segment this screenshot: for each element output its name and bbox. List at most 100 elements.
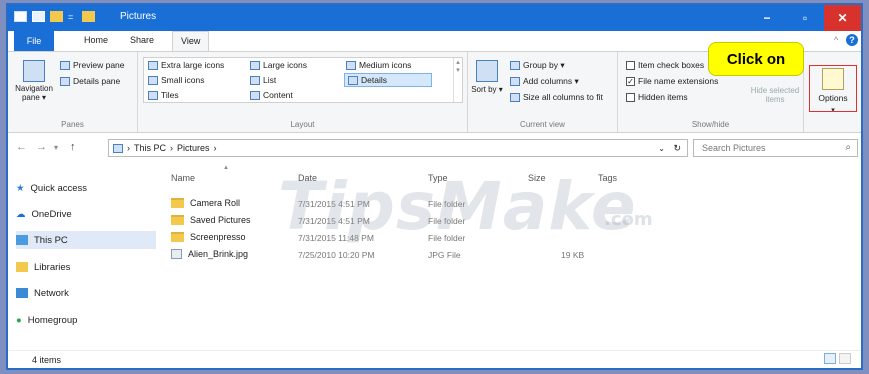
extra-large-icons-option[interactable]: Extra large icons bbox=[148, 60, 224, 70]
layout-scroll-icon[interactable]: ▴ ▾ bbox=[453, 58, 462, 102]
table-row[interactable]: Camera Roll bbox=[171, 195, 240, 211]
path-chevron-icon: › bbox=[127, 143, 130, 153]
search-box[interactable]: Search Pictures ⌕ bbox=[693, 139, 858, 157]
nav-item-network[interactable]: Network bbox=[16, 284, 156, 302]
size-all-columns-button[interactable]: Size all columns to fit bbox=[510, 92, 603, 102]
quick-access-toolbar: = bbox=[14, 11, 96, 22]
options-highlight-box bbox=[809, 65, 857, 112]
breadcrumb-pictures[interactable]: Pictures bbox=[177, 143, 210, 153]
hide-selected-items-button[interactable]: Hide selected items bbox=[748, 86, 802, 104]
table-row[interactable]: Saved Pictures bbox=[171, 212, 251, 228]
nav-item-onedrive[interactable]: ☁ OneDrive bbox=[16, 205, 156, 223]
column-header-name[interactable]: Name bbox=[171, 173, 195, 183]
nav-item-label: This PC bbox=[34, 234, 68, 246]
maximize-button[interactable]: ▫ bbox=[786, 5, 824, 31]
small-icons-label: Small icons bbox=[161, 75, 205, 85]
back-button[interactable]: ← bbox=[16, 141, 27, 153]
collapse-ribbon-icon[interactable]: ^ bbox=[834, 35, 838, 45]
tab-home[interactable]: Home bbox=[84, 35, 108, 45]
this-pc-icon bbox=[113, 143, 123, 153]
folder-icon bbox=[171, 215, 184, 225]
tiles-label: Tiles bbox=[161, 90, 179, 100]
content-icon bbox=[250, 90, 260, 100]
computer-icon bbox=[16, 235, 28, 245]
content-option[interactable]: Content bbox=[250, 90, 293, 100]
refresh-button[interactable]: ↻ bbox=[673, 143, 681, 154]
up-button[interactable]: ↑ bbox=[70, 141, 76, 153]
minimize-button[interactable]: − bbox=[748, 5, 786, 31]
navigation-pane: ★ Quick access ☁ OneDrive This PC Librarie… bbox=[8, 163, 158, 348]
item-check-boxes-toggle[interactable]: Item check boxes bbox=[626, 60, 704, 70]
folder-icon bbox=[82, 11, 96, 22]
close-button[interactable]: ✕ bbox=[824, 5, 861, 31]
sort-by-button[interactable]: Sort by ▾ bbox=[471, 60, 503, 94]
preview-pane-button[interactable]: Preview pane bbox=[60, 60, 125, 70]
details-pane-button[interactable]: Details pane bbox=[60, 76, 120, 86]
recent-locations-button[interactable]: ▾ bbox=[54, 143, 58, 152]
item-check-boxes-checkbox[interactable] bbox=[626, 60, 635, 70]
forward-button[interactable]: → bbox=[36, 141, 47, 153]
search-icon[interactable]: ⌕ bbox=[845, 142, 851, 153]
nav-item-quick-access[interactable]: ★ Quick access bbox=[16, 179, 156, 197]
large-icons-option[interactable]: Large icons bbox=[250, 60, 307, 70]
path-chevron-icon: › bbox=[213, 143, 217, 153]
small-icons-icon bbox=[148, 75, 158, 85]
search-placeholder: Search Pictures bbox=[702, 143, 766, 153]
nav-item-this-pc[interactable]: This PC bbox=[16, 231, 156, 249]
extra-large-icons-label: Extra large icons bbox=[161, 60, 225, 70]
title-bar: = Pictures − ▫ ✕ bbox=[8, 5, 861, 31]
file-type: JPG File bbox=[428, 250, 461, 260]
group-by-icon bbox=[510, 61, 520, 70]
table-row[interactable]: Screenpresso bbox=[171, 229, 246, 245]
tiles-option[interactable]: Tiles bbox=[148, 90, 179, 100]
hidden-items-toggle[interactable]: Hidden items bbox=[626, 92, 688, 102]
add-columns-button[interactable]: Add columns ▾ bbox=[510, 76, 579, 87]
network-icon bbox=[16, 288, 28, 298]
list-option[interactable]: List bbox=[250, 75, 276, 85]
table-row[interactable]: Alien_Brink.jpg bbox=[171, 246, 248, 262]
current-view-group: Sort by ▾ Group by ▾ Add columns ▾ Size … bbox=[468, 52, 618, 132]
details-option[interactable]: Details bbox=[344, 73, 432, 87]
folder-icon bbox=[171, 232, 184, 242]
nav-item-label: Homegroup bbox=[27, 314, 78, 326]
help-icon[interactable]: ? bbox=[846, 34, 858, 46]
medium-icons-option[interactable]: Medium icons bbox=[346, 60, 411, 70]
nav-item-label: Network bbox=[34, 287, 69, 299]
file-size: 19 KB bbox=[561, 250, 585, 260]
panes-group-label: Panes bbox=[61, 120, 84, 129]
tab-share[interactable]: Share bbox=[130, 35, 154, 45]
nav-item-libraries[interactable]: Libraries bbox=[16, 258, 156, 276]
address-dropdown-icon[interactable]: ⌄ bbox=[658, 144, 665, 153]
explorer-icon[interactable] bbox=[14, 11, 27, 22]
properties-icon[interactable] bbox=[32, 11, 45, 22]
small-icons-option[interactable]: Small icons bbox=[148, 75, 204, 85]
view-switcher bbox=[824, 353, 851, 364]
new-folder-icon[interactable] bbox=[50, 11, 63, 22]
details-view-icon[interactable] bbox=[824, 353, 836, 364]
nav-item-label: Quick access bbox=[30, 182, 88, 194]
nav-item-homegroup[interactable]: ● Homegroup bbox=[16, 311, 156, 329]
details-label: Details bbox=[361, 75, 387, 85]
tab-file[interactable]: File bbox=[14, 31, 54, 51]
breadcrumb-this-pc[interactable]: This PC bbox=[134, 143, 166, 153]
extra-large-icons-icon bbox=[148, 60, 158, 70]
tab-view[interactable]: View bbox=[172, 31, 210, 52]
file-name-extensions-toggle[interactable]: ✓ File name extensions bbox=[626, 76, 718, 86]
navigation-pane-button[interactable]: Navigation pane ▾ bbox=[14, 60, 54, 102]
sort-indicator-icon: ▲ bbox=[223, 165, 229, 171]
nav-item-label: OneDrive bbox=[31, 208, 72, 220]
file-date: 7/25/2010 10:20 PM bbox=[298, 250, 375, 260]
qat-dropdown-icon[interactable]: = bbox=[68, 12, 73, 22]
large-icons-icon bbox=[250, 60, 260, 70]
navigation-pane-icon bbox=[23, 60, 45, 82]
path-chevron-icon: › bbox=[170, 143, 174, 153]
item-check-boxes-label: Item check boxes bbox=[638, 60, 705, 70]
address-bar[interactable]: › This PC › Pictures › ⌄ ↻ bbox=[108, 139, 688, 157]
large-icons-view-icon[interactable] bbox=[839, 353, 851, 364]
group-by-button[interactable]: Group by ▾ bbox=[510, 60, 565, 71]
content-label: Content bbox=[263, 90, 293, 100]
hidden-items-checkbox[interactable] bbox=[626, 92, 635, 102]
file-name-extensions-checkbox[interactable]: ✓ bbox=[626, 76, 635, 86]
star-icon: ★ bbox=[16, 182, 25, 194]
panes-group: Navigation pane ▾ Preview pane Details p… bbox=[8, 52, 138, 132]
